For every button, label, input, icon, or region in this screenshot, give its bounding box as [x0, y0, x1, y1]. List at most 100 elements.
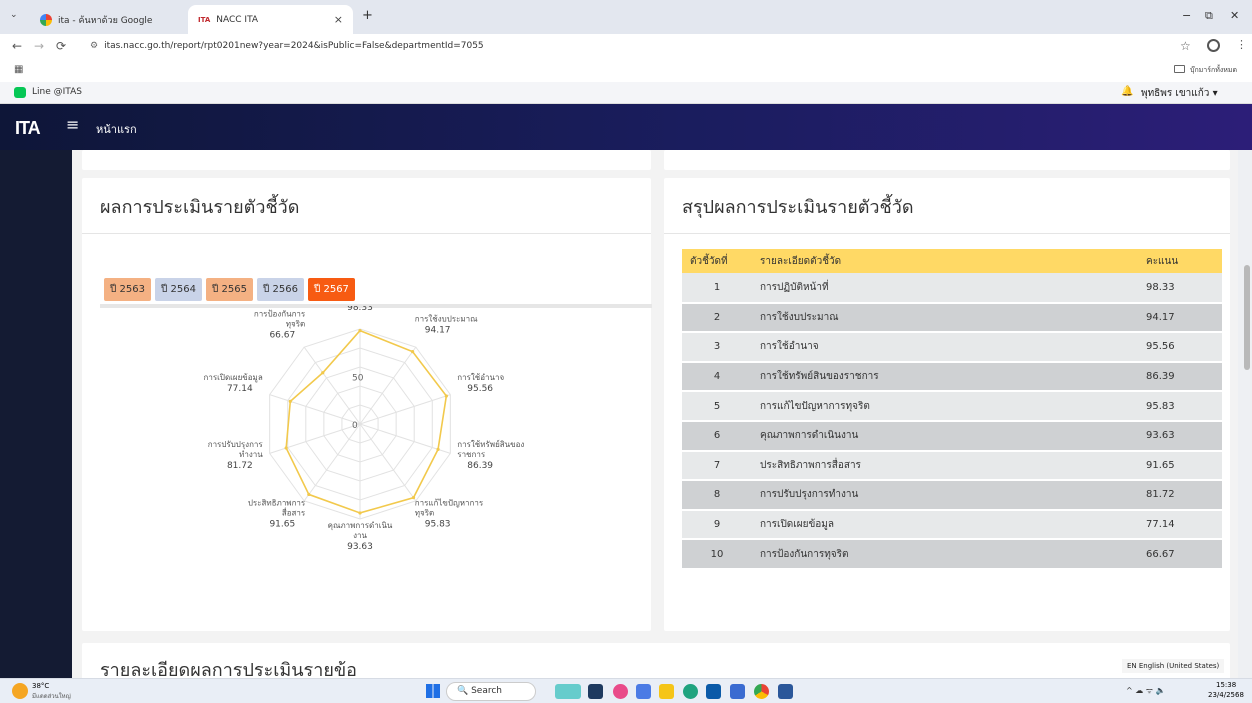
clock-date: 23/4/2568 [1208, 691, 1244, 699]
indicator-no-cell: 9 [682, 509, 752, 541]
app-icon[interactable] [706, 684, 721, 699]
indicator-no-cell: 4 [682, 361, 752, 393]
radar-data-point [284, 446, 288, 450]
weather-temp: 38°C [32, 682, 50, 690]
indicator-summary-card: สรุปผลการประเมินรายตัวชี้วัด ตัวชี้วัดที… [664, 178, 1230, 631]
app-icon[interactable] [730, 684, 745, 699]
tab-nacc-ita[interactable]: ITA NACC ITA × [188, 5, 353, 34]
system-tray[interactable]: ^ ☁ ᯤ 🔈 [1126, 685, 1166, 696]
site-header: ITA ≡ หน้าแรก [0, 104, 1252, 150]
indicator-no-cell: 1 [682, 273, 752, 304]
indicator-score-cell: 95.83 [1112, 391, 1222, 422]
menu-dots-icon[interactable]: ⋮ [1236, 38, 1247, 51]
line-itas-label[interactable]: Line @ITAS [32, 87, 82, 97]
year-2564-button[interactable]: ปี 2564 [154, 278, 202, 301]
radar-axis-line [269, 394, 361, 425]
line-icon [14, 87, 26, 98]
app-icon[interactable] [588, 684, 603, 699]
radar-axis-label: การใช้งบประมาณ [415, 314, 478, 323]
chrome-icon[interactable] [754, 684, 769, 699]
word-icon[interactable] [778, 684, 793, 699]
user-menu[interactable]: พุทธิพร เขาแก้ว ▾ [1141, 86, 1218, 101]
reload-icon[interactable]: ⟳ [50, 39, 72, 53]
site-info-icon[interactable]: ⚙ [90, 41, 98, 51]
col-no-header: ตัวชี้วัดที่ [682, 249, 752, 273]
upper-card-left [82, 150, 651, 170]
indicator-detail-cell: การแก้ไขปัญหาการทุจริต [752, 391, 1112, 422]
tab-nacc-label: NACC ITA [216, 14, 259, 25]
radar-chart: 050การปฏิบัติหน้าที่98.33การใช้งบประมาณ9… [204, 306, 525, 552]
radar-axis-line [303, 423, 361, 502]
taskbar-search[interactable]: 🔍 Search [446, 682, 536, 701]
indicator-no-cell: 6 [682, 420, 752, 452]
indicator-detail-cell: การปฏิบัติหน้าที่ [752, 273, 1112, 304]
table-header-row: ตัวชี้วัดที่ รายละเอียดตัวชี้วัด คะแนน [682, 249, 1222, 273]
table-row: 9 การเปิดเผยข้อมูล 77.14 [682, 509, 1222, 541]
home-link[interactable]: หน้าแรก [96, 120, 137, 138]
page-scrollbar[interactable] [1244, 265, 1250, 370]
tab-google-label: ita - ค้นหาด้วย Google [58, 15, 153, 26]
radar-axis-label: สื่อสาร [282, 507, 306, 518]
new-tab-button[interactable]: + [362, 8, 373, 23]
radar-scale-label: 0 [352, 421, 358, 431]
table-row: 4 การใช้ทรัพย์สินของราชการ 86.39 [682, 361, 1222, 393]
app-icon[interactable] [636, 684, 651, 699]
restore-button[interactable]: ⧉ [1205, 9, 1213, 23]
clock-time: 15:38 [1216, 681, 1237, 689]
close-tab-icon[interactable]: × [334, 13, 343, 26]
folder-icon [1174, 65, 1185, 73]
card-title: ผลการประเมินรายตัวชี้วัด [100, 197, 300, 218]
year-2565-button[interactable]: ปี 2565 [205, 278, 253, 301]
bookmark-star-icon[interactable]: ☆ [1180, 39, 1191, 53]
radar-axis-line [359, 423, 417, 502]
ita-logo[interactable]: ITA [15, 118, 41, 139]
radar-value-label: 77.14 [227, 384, 253, 394]
notification-bell-icon[interactable]: 🔔 [1121, 86, 1133, 97]
indicator-score-cell: 98.33 [1112, 273, 1222, 304]
radar-axis-label: งาน [353, 531, 367, 540]
table-row: 2 การใช้งบประมาณ 94.17 [682, 302, 1222, 334]
indicator-score-cell: 95.56 [1112, 332, 1222, 363]
radar-value-label: 94.17 [425, 325, 451, 335]
minimize-button[interactable]: − [1182, 9, 1191, 22]
indicator-results-card: ผลการประเมินรายตัวชี้วัด ปี 2563 ปี 2564… [82, 178, 652, 631]
radar-axis-label: การเปิดเผยข้อมูล [204, 373, 263, 383]
year-2567-button[interactable]: ปี 2567 [307, 278, 355, 301]
app-icon[interactable] [659, 684, 674, 699]
indicator-detail-cell: ประสิทธิภาพการสื่อสาร [752, 450, 1112, 482]
weather-icon[interactable] [12, 683, 28, 699]
col-score-header: คะแนน [1112, 249, 1222, 273]
radar-value-label: 95.83 [425, 520, 451, 530]
windows-start-icon[interactable] [426, 684, 440, 698]
back-icon[interactable]: ← [6, 39, 28, 53]
profile-icon[interactable] [1207, 39, 1220, 52]
forward-icon[interactable]: → [28, 39, 50, 53]
indicator-no-cell: 3 [682, 332, 752, 363]
indicator-no-cell: 8 [682, 480, 752, 511]
radar-axis-label: การป้องกันการ [254, 309, 306, 318]
app-icon[interactable] [613, 684, 628, 699]
browser-tab-bar: ⌄ ita - ค้นหาด้วย Google × ITA NACC ITA … [0, 0, 1252, 34]
radar-value-label: 86.39 [467, 461, 493, 471]
apps-grid-icon[interactable]: ▦ [14, 64, 23, 75]
hamburger-icon[interactable]: ≡ [66, 115, 79, 134]
radar-data-point [321, 371, 325, 375]
table-row: 7 ประสิทธิภาพการสื่อสาร 91.65 [682, 450, 1222, 482]
radar-value-label: 98.33 [347, 306, 373, 313]
window-close-button[interactable]: ✕ [1230, 9, 1239, 22]
app-icon[interactable] [683, 684, 698, 699]
radar-axis-line [359, 394, 451, 425]
all-bookmarks-link[interactable]: บุ๊กมาร์กทั้งหมด [1190, 65, 1237, 76]
indicator-table: ตัวชี้วัดที่ รายละเอียดตัวชี้วัด คะแนน 1… [682, 249, 1222, 570]
card-title: สรุปผลการประเมินรายตัวชี้วัด [682, 197, 914, 218]
app-icon[interactable] [555, 684, 581, 699]
indicator-no-cell: 7 [682, 450, 752, 482]
tab-list-icon[interactable]: ⌄ [10, 10, 18, 20]
radar-data-point [288, 399, 292, 403]
year-2566-button[interactable]: ปี 2566 [256, 278, 304, 301]
radar-value-label: 93.63 [347, 542, 373, 552]
year-2563-button[interactable]: ปี 2563 [104, 278, 151, 301]
radar-axis-label: คุณภาพการดำเนิน [328, 521, 393, 530]
url-field[interactable]: ⚙ itas.nacc.go.th/report/rpt0201new?year… [90, 36, 484, 56]
indicator-detail-cell: การปรับปรุงการทำงาน [752, 480, 1112, 511]
